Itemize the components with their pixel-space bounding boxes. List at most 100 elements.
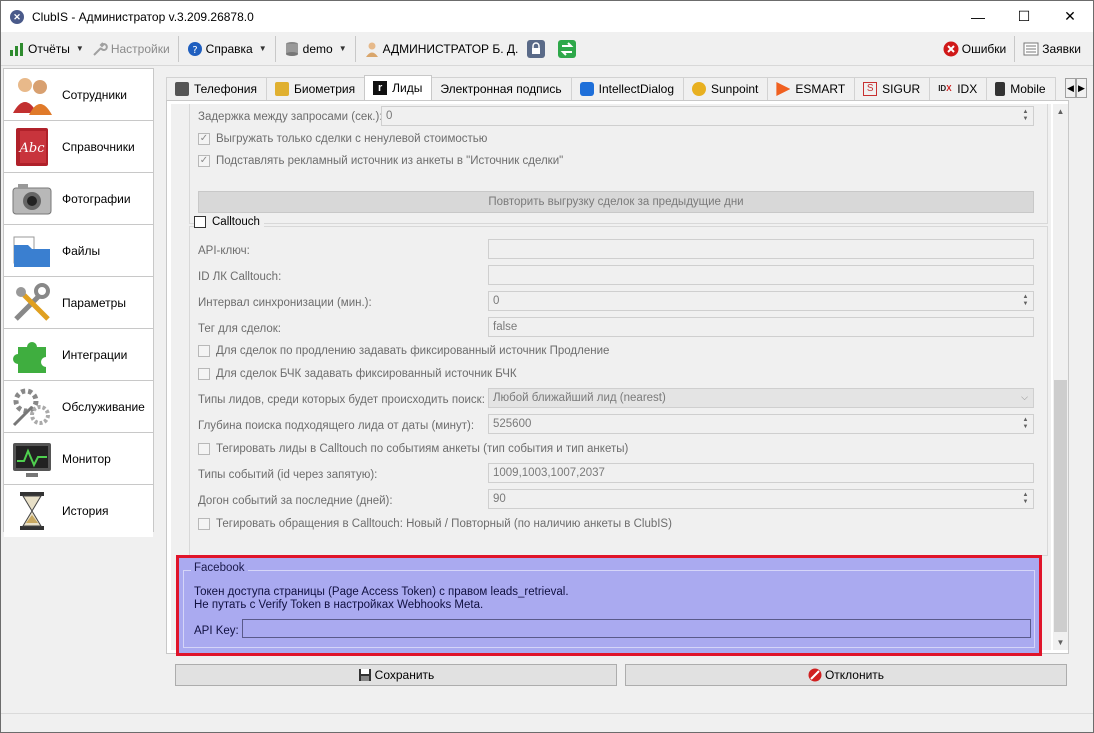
repeat-export-button[interactable]: Повторить выгрузку сделок за предыдущие … [198,191,1034,213]
toolbar-separator [274,35,276,62]
search-depth-label: Глубина поиска подходящего лида от даты … [198,420,475,432]
vertical-scrollbar[interactable]: ▲ ▼ [1053,104,1068,650]
toolbar-separator [177,35,179,62]
tab-scroll-arrows: ◀ ▶ [1065,78,1087,98]
lk-id-input[interactable] [488,265,1034,285]
scroll-down-icon[interactable]: ▼ [1053,635,1068,650]
lead-types-select[interactable]: Любой ближайший лид (nearest) ⌵ [488,388,1034,408]
tab-sunpoint[interactable]: Sunpoint [683,77,769,100]
sidebar-item-employees[interactable]: Сотрудники [4,69,153,121]
tab-biometrics[interactable]: Биометрия [265,77,366,100]
settings-button[interactable]: Настройки [88,36,174,62]
checkmark-icon: ✓ [198,133,210,145]
spinner-arrows-icon[interactable]: ▲ ▼ [1020,417,1031,431]
sidebar-item-photos[interactable]: Фотографии [4,173,153,225]
chevron-down-icon[interactable]: ▼ [259,44,267,53]
spinner-arrows-icon[interactable]: ▲ ▼ [1020,109,1031,123]
sun-icon [692,82,706,96]
floppy-disk-icon [358,669,371,681]
folder-icon [8,227,56,275]
tab-leads[interactable]: r Лиды [364,75,433,100]
spinner-arrows-icon[interactable]: ▲ ▼ [1020,492,1031,506]
tab-esmart[interactable]: ESMART [767,77,856,100]
list-icon [1023,42,1039,55]
sidebar-item-monitor[interactable]: Монитор [4,433,153,485]
event-types-label: Типы событий (id через запятую): [198,469,378,481]
facebook-hint-2: Не путать с Verify Token в настройках We… [194,599,484,611]
tag-requests-checkbox[interactable]: Тегировать обращения в Calltouch: Новый … [198,518,672,530]
sigur-logo-icon: S [863,82,878,96]
close-button[interactable]: ✕ [1047,1,1093,32]
sidebar-item-history[interactable]: История [4,485,153,537]
calltouch-checkbox[interactable]: Calltouch [194,216,264,228]
sidebar: Сотрудники Abc Справочники Фотографии Фа… [3,68,154,537]
database-button[interactable]: demo ▼ [280,36,351,62]
tab-telephony[interactable]: Телефония [166,77,267,100]
scroll-up-icon[interactable]: ▲ [1053,104,1068,119]
help-button[interactable]: ? Справка ▼ [183,36,271,62]
facebook-section: Facebook Токен доступа страницы (Page Ac… [176,555,1042,656]
sidebar-item-files[interactable]: Файлы [4,225,153,277]
title-bar: ✕ ClubIS - Администратор v.3.209.26878.0… [1,1,1093,32]
toolbar: Отчёты ▼ Настройки ? Справка ▼ demo ▼ АД… [1,32,1093,66]
cancel-button[interactable]: Отклонить [625,664,1067,686]
sidebar-item-maintenance[interactable]: Обслуживание [4,381,153,433]
catchup-input[interactable]: 90 ▲ ▼ [488,489,1034,509]
svg-text:Abc: Abc [19,141,46,156]
chevron-down-icon[interactable]: ▼ [76,44,84,53]
tab-mobile[interactable]: Mobile [986,77,1056,100]
bluetooth-icon [579,82,594,96]
user-button[interactable]: АДМИНИСТРАТОР Б. Д. [360,36,523,62]
switch-arrows-icon [558,39,577,58]
chevron-left-icon[interactable]: ◀ [1065,78,1076,98]
facebook-hint-1: Токен доступа страницы (Page Access Toke… [194,586,569,598]
sidebar-item-dictionaries[interactable]: Abc Справочники [4,121,153,173]
sync-interval-label: Интервал синхронизации (мин.): [198,297,372,309]
tab-e-signature[interactable]: Электронная подпись [431,77,572,100]
sync-interval-input[interactable]: 0 ▲ ▼ [488,291,1034,311]
esmart-logo-icon [776,82,791,96]
save-button[interactable]: Сохранить [175,664,617,686]
tag-input[interactable]: false [488,317,1034,337]
puzzle-icon [8,331,56,379]
reports-button[interactable]: Отчёты ▼ [5,36,88,62]
renew-source-checkbox[interactable]: Для сделок по продлению задавать фиксиро… [198,345,609,357]
checkmark-icon: ✓ [198,155,210,167]
lock-button[interactable] [522,36,553,62]
status-bar [1,713,1093,732]
tag-leads-checkbox[interactable]: Тегировать лиды в Calltouch по событиям … [198,443,628,455]
event-types-input[interactable]: 1009,1003,1007,2037 [488,463,1034,483]
facebook-title: Facebook [191,562,248,574]
minimize-button[interactable]: — [955,1,1001,32]
chevron-down-icon[interactable]: ▼ [339,44,347,53]
tag-label: Тег для сделок: [198,323,281,335]
monitor-icon [8,435,56,483]
maximize-button[interactable]: ☐ [1001,1,1047,32]
errors-button[interactable]: Ошибки [939,36,1011,62]
chart-bars-icon [10,42,23,56]
help-icon: ? [187,41,202,56]
only-nonzero-checkbox[interactable]: ✓ Выгружать только сделки с ненулевой сто… [198,133,487,145]
tab-intellectdialog[interactable]: IntellectDialog [570,77,684,100]
scrollbar-thumb[interactable] [1054,380,1067,632]
chevron-right-icon[interactable]: ▶ [1076,78,1087,98]
requests-button[interactable]: Заявки [1019,36,1085,62]
api-key-input[interactable] [488,239,1034,259]
switch-user-button[interactable] [553,36,584,62]
facebook-api-key-input[interactable] [242,619,1031,638]
gears-icon [8,383,56,431]
ad-source-checkbox[interactable]: ✓ Подставлять рекламный источник из анкет… [198,155,563,167]
delay-input[interactable]: 0 ▲ ▼ [381,106,1034,126]
bchk-source-checkbox[interactable]: Для сделок БЧК задавать фиксированный ис… [198,368,517,380]
app-window: ✕ ClubIS - Администратор v.3.209.26878.0… [0,0,1094,733]
tab-sigur[interactable]: S SIGUR [854,77,931,100]
search-depth-input[interactable]: 525600 ▲ ▼ [488,414,1034,434]
sidebar-item-parameters[interactable]: Параметры [4,277,153,329]
error-icon [943,41,959,56]
user-icon [365,42,378,57]
lk-id-label: ID ЛК Calltouch: [198,271,282,283]
sidebar-item-integrations[interactable]: Интеграции [4,329,153,381]
spinner-arrows-icon[interactable]: ▲ ▼ [1020,294,1031,308]
clubis-logo-icon: ✕ [10,9,24,24]
tab-idx[interactable]: IDX IDX [929,77,988,100]
